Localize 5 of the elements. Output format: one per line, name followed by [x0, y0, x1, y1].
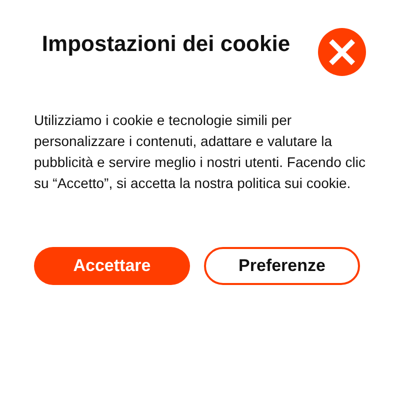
dialog-title: Impostazioni dei cookie: [40, 30, 292, 58]
cookie-message: Utilizziamo i cookie e tecnologie simili per personalizzare i contenuti, adattare e valutare la pubblicità e servire meglio i nostri utenti. Facendo clic su “Accetto”, si accetta la nostra politica sui cookie.: [34, 111, 366, 193]
close-button[interactable]: ×: [318, 28, 366, 76]
preferences-button[interactable]: Preferenze: [204, 247, 360, 285]
accept-button[interactable]: Accettare: [34, 247, 190, 285]
